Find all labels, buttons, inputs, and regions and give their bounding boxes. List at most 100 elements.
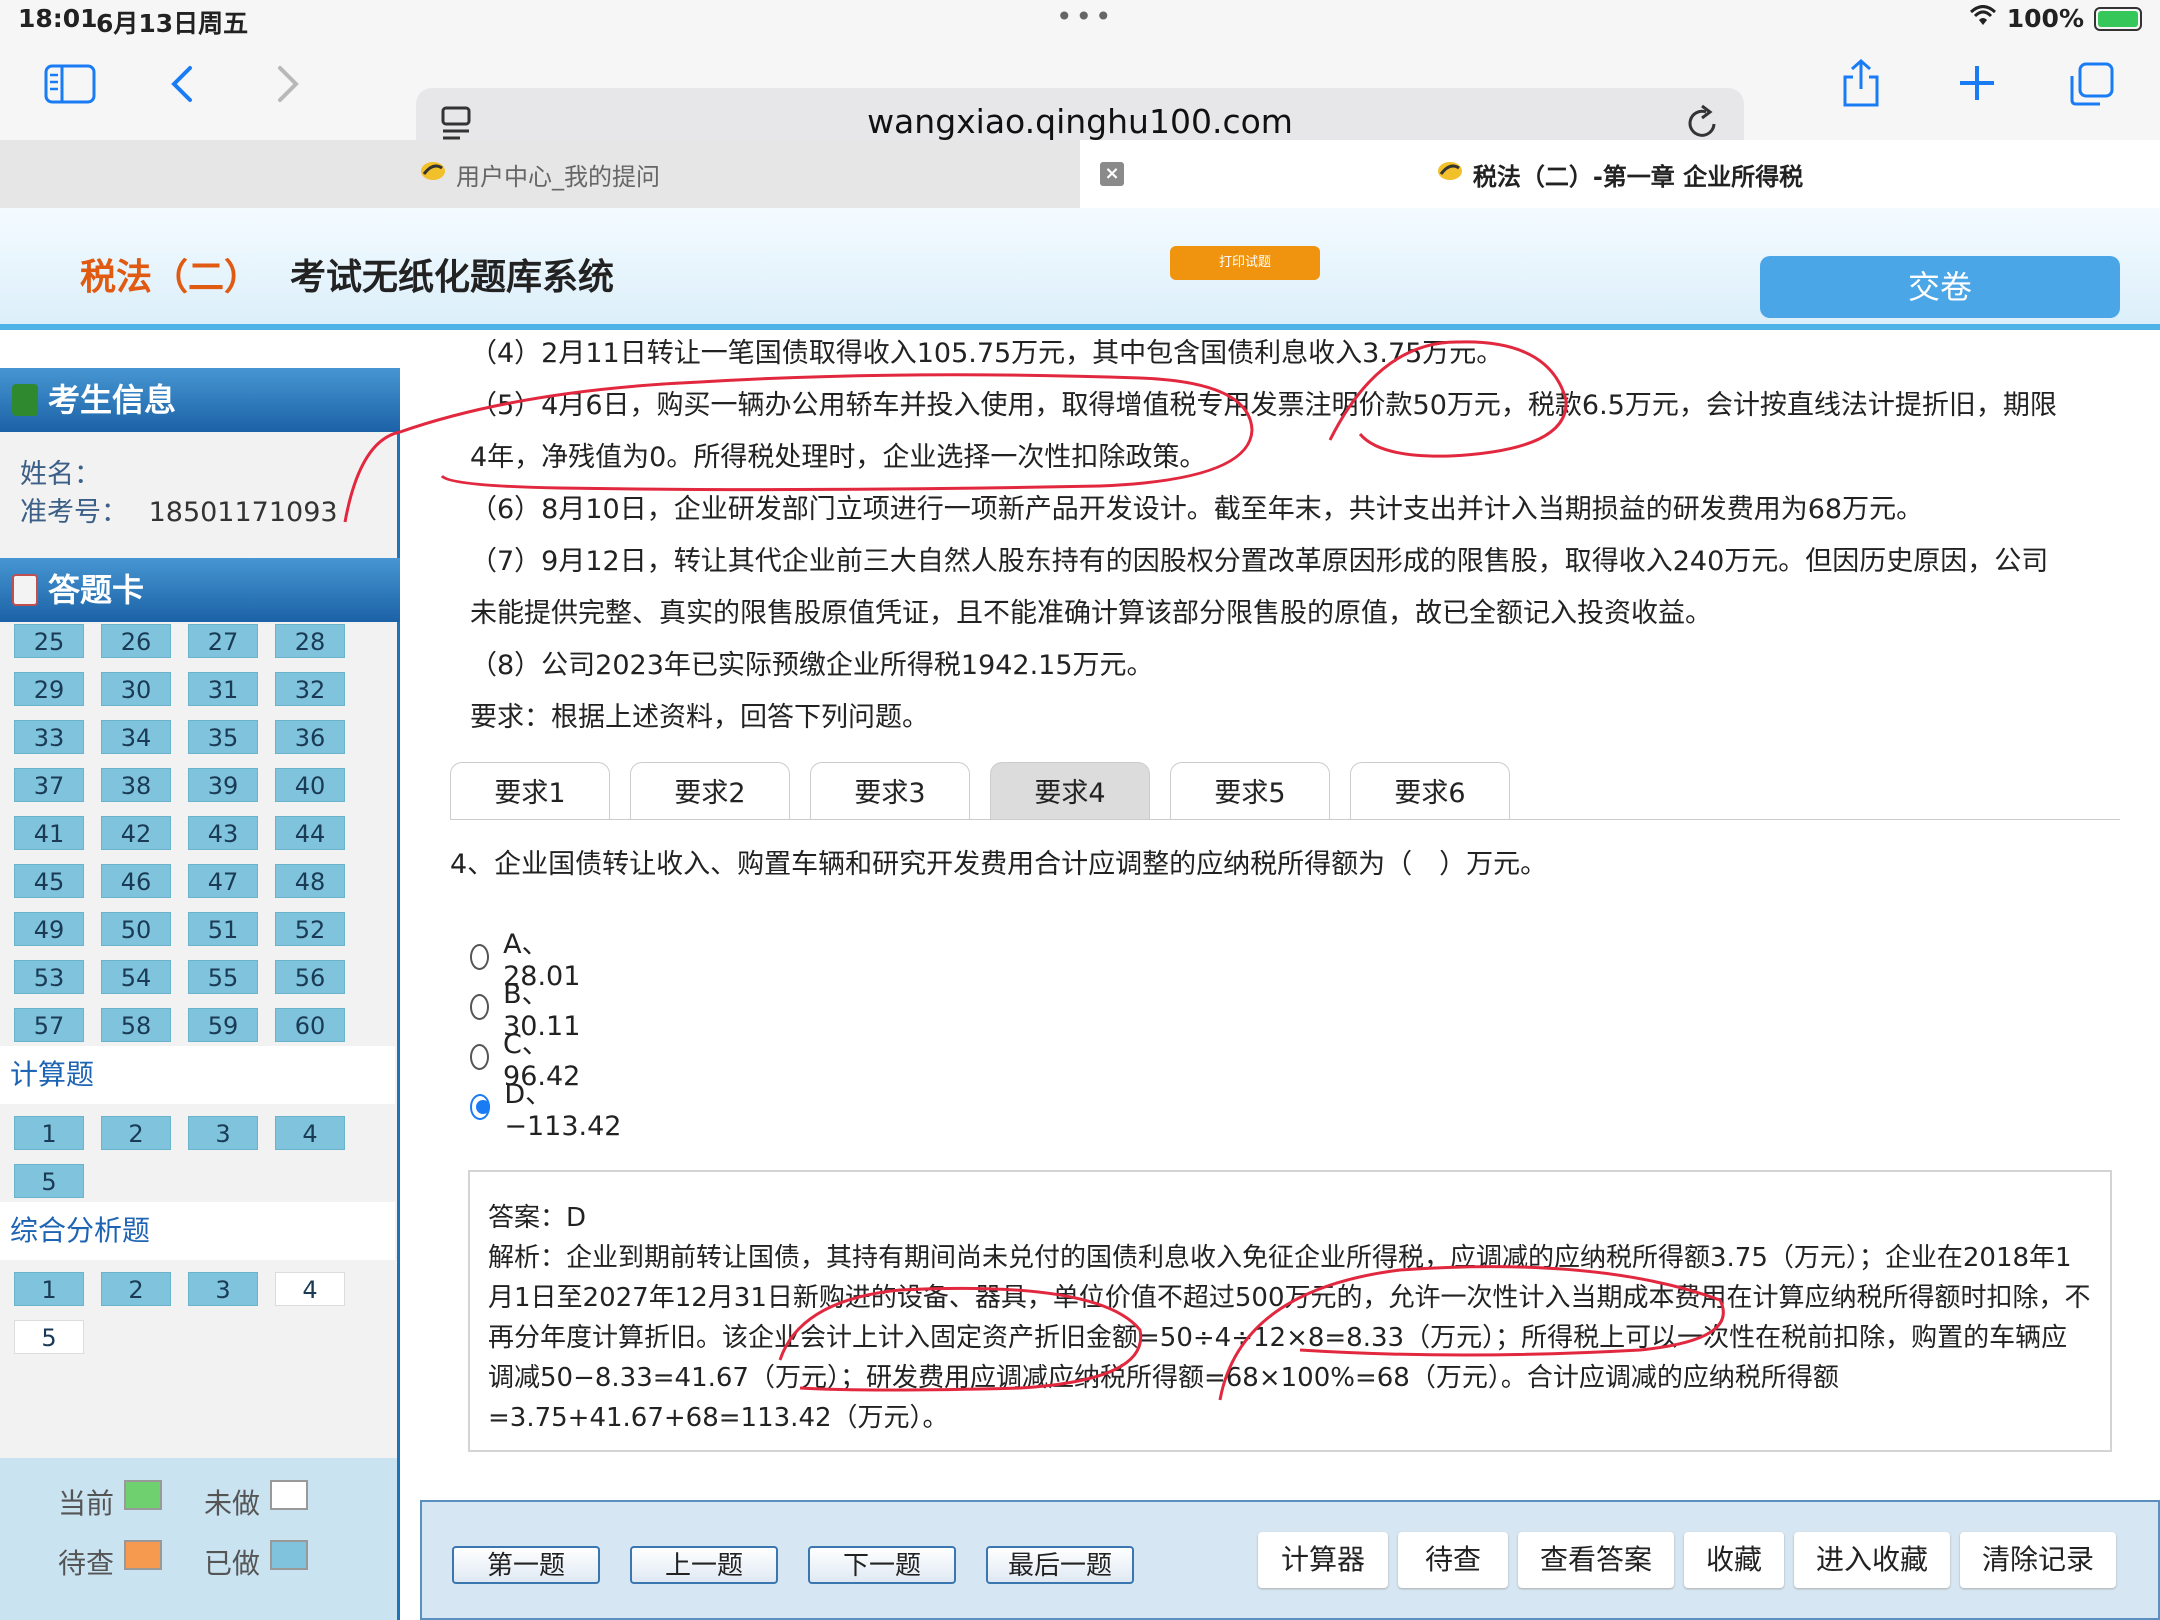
legend-current-swatch — [124, 1480, 162, 1510]
material-paragraph: 4年，净残值为0。所得税处理时，企业选择一次性扣除政策。 — [470, 442, 1207, 473]
calculator-button[interactable]: 计算器 — [1258, 1532, 1388, 1588]
answer-card-cell[interactable]: 43 — [188, 816, 258, 850]
tab-overview-icon[interactable] — [2066, 58, 2118, 110]
answer-card-cell[interactable]: 49 — [14, 912, 84, 946]
legend-current-label: 当前 — [58, 1487, 115, 1520]
requirement-tab[interactable]: 要求5 — [1170, 762, 1330, 820]
answer-card-cell[interactable]: 36 — [275, 720, 345, 754]
first-question-button[interactable]: 第一题 — [452, 1546, 600, 1584]
answer-card-cell[interactable]: 39 — [188, 768, 258, 802]
legend-pending-swatch — [124, 1540, 162, 1570]
radio-button[interactable] — [470, 1094, 491, 1120]
candidate-info-title: 考生信息 — [48, 381, 177, 419]
answer-card-cell[interactable]: 27 — [188, 624, 258, 658]
legend-done-label: 已做 — [204, 1547, 261, 1580]
answer-card-cell[interactable]: 45 — [14, 864, 84, 898]
answer-card-cell[interactable]: 42 — [101, 816, 171, 850]
answer-card-cell[interactable]: 53 — [14, 960, 84, 994]
answer-card-cell[interactable]: 41 — [14, 816, 84, 850]
next-question-button[interactable]: 下一题 — [808, 1546, 956, 1584]
open-favorites-button[interactable]: 进入收藏 — [1794, 1532, 1950, 1588]
answer-card-cell[interactable]: 4 — [275, 1116, 345, 1150]
answer-card-cell[interactable]: 1 — [14, 1116, 84, 1150]
mark-pending-button[interactable]: 待查 — [1398, 1532, 1508, 1588]
answer-card-cell[interactable]: 38 — [101, 768, 171, 802]
answer-card-cell[interactable]: 35 — [188, 720, 258, 754]
answer-card-cell[interactable]: 28 — [275, 624, 345, 658]
answer-card-cell[interactable]: 26 — [101, 624, 171, 658]
battery-icon — [2094, 6, 2142, 31]
requirement-tab[interactable]: 要求4 — [990, 762, 1150, 820]
answer-card-cell[interactable]: 29 — [14, 672, 84, 706]
legend-box: 当前 未做 待查 已做 — [0, 1458, 397, 1620]
tab-user-center[interactable]: 用户中心_我的提问 — [0, 140, 1080, 208]
answer-card-cell[interactable]: 5 — [14, 1164, 84, 1198]
section-comprehensive-title[interactable]: 综合分析题 — [0, 1202, 395, 1260]
requirement-tab[interactable]: 要求2 — [630, 762, 790, 820]
answer-card-cell[interactable]: 47 — [188, 864, 258, 898]
answer-card-cell[interactable]: 30 — [101, 672, 171, 706]
answer-card-cell[interactable]: 57 — [14, 1008, 84, 1042]
legend-undone-label: 未做 — [204, 1487, 261, 1520]
radio-button[interactable] — [470, 994, 490, 1020]
material-paragraph: 未能提供完整、真实的限售股原值凭证，且不能准确计算该部分限售股的原值，故已全额记… — [470, 598, 1712, 629]
answer-card-cell[interactable]: 46 — [101, 864, 171, 898]
option-row[interactable]: D、−113.42 — [470, 1072, 627, 1142]
answer-card-cell[interactable]: 60 — [275, 1008, 345, 1042]
answer-card-cell[interactable]: 31 — [188, 672, 258, 706]
radio-button[interactable] — [470, 944, 490, 970]
section-calc-title[interactable]: 计算题 — [0, 1046, 395, 1104]
sidebar-toggle-icon[interactable] — [40, 60, 100, 108]
answer-card-cell[interactable]: 55 — [188, 960, 258, 994]
view-answer-button[interactable]: 查看答案 — [1518, 1532, 1674, 1588]
requirement-tab[interactable]: 要求1 — [450, 762, 610, 820]
answer-card-cell[interactable]: 44 — [275, 816, 345, 850]
requirement-tab[interactable]: 要求6 — [1350, 762, 1510, 820]
print-button[interactable]: 打印试题 — [1170, 246, 1320, 280]
sidebar: 考生信息 姓名： 准考号： 18501171093 答题卡 25 26 27 28 29… — [0, 368, 400, 1620]
last-question-button[interactable]: 最后一题 — [986, 1546, 1134, 1584]
answer-card-cell[interactable]: 59 — [188, 1008, 258, 1042]
answer-card-cell[interactable]: 52 — [275, 912, 345, 946]
requirement-tab[interactable]: 要求3 — [810, 762, 970, 820]
tab-divider — [450, 819, 2120, 820]
share-icon[interactable] — [1836, 56, 1886, 112]
prev-question-button[interactable]: 上一题 — [630, 1546, 778, 1584]
back-icon[interactable] — [160, 60, 204, 108]
answer-card-cell[interactable]: 48 — [275, 864, 345, 898]
candidate-id-row: 准考号： 18501171093 — [20, 490, 338, 529]
material-paragraph: （6）8月10日，企业研发部门立项进行一项新产品开发设计。截至年末，共计支出并计… — [470, 494, 1924, 525]
answer-card-cell[interactable]: 37 — [14, 768, 84, 802]
answer-card-cell[interactable]: 58 — [101, 1008, 171, 1042]
answer-card-cell[interactable]: 50 — [101, 912, 171, 946]
answer-card-cell[interactable]: 2 — [101, 1272, 171, 1306]
answer-card-cell[interactable]: 34 — [101, 720, 171, 754]
submit-exam-button[interactable]: 交卷 — [1760, 256, 2120, 318]
material-paragraph: （8）公司2023年已实际预缴企业所得税1942.15万元。 — [470, 650, 1154, 681]
forward-icon[interactable] — [266, 60, 310, 108]
answer-card-cell[interactable]: 32 — [275, 672, 345, 706]
radio-button[interactable] — [470, 1044, 490, 1070]
answer-card-cell[interactable]: 4 — [275, 1272, 345, 1306]
multitask-dots-icon[interactable]: ••• — [1056, 0, 1115, 33]
answer-card-cell[interactable]: 40 — [275, 768, 345, 802]
answer-card-cell[interactable]: 33 — [14, 720, 84, 754]
site-favicon-icon — [420, 160, 446, 188]
answer-card-cell[interactable]: 54 — [101, 960, 171, 994]
answer-card-cell[interactable]: 25 — [14, 624, 84, 658]
favorite-button[interactable]: 收藏 — [1684, 1532, 1784, 1588]
status-date: 6月13日周五 — [96, 9, 249, 38]
answer-card-cell[interactable]: 56 — [275, 960, 345, 994]
clear-records-button[interactable]: 清除记录 — [1960, 1532, 2116, 1588]
answer-card-cell[interactable]: 5 — [14, 1320, 84, 1354]
answer-card-cell[interactable]: 2 — [101, 1116, 171, 1150]
new-tab-icon[interactable] — [1952, 58, 2002, 108]
bottom-toolbar: 第一题 上一题 下一题 最后一题 计算器 待查 查看答案 收藏 进入收藏 清除记… — [420, 1500, 2160, 1620]
tab-tax-law[interactable]: × 税法（二）-第一章 企业所得税 — [1080, 140, 2160, 208]
status-time: 18:01 — [18, 4, 98, 33]
answer-card-cell[interactable]: 3 — [188, 1116, 258, 1150]
answer-card-cell[interactable]: 3 — [188, 1272, 258, 1306]
close-tab-icon[interactable]: × — [1100, 162, 1124, 186]
answer-card-cell[interactable]: 51 — [188, 912, 258, 946]
answer-card-cell[interactable]: 1 — [14, 1272, 84, 1306]
